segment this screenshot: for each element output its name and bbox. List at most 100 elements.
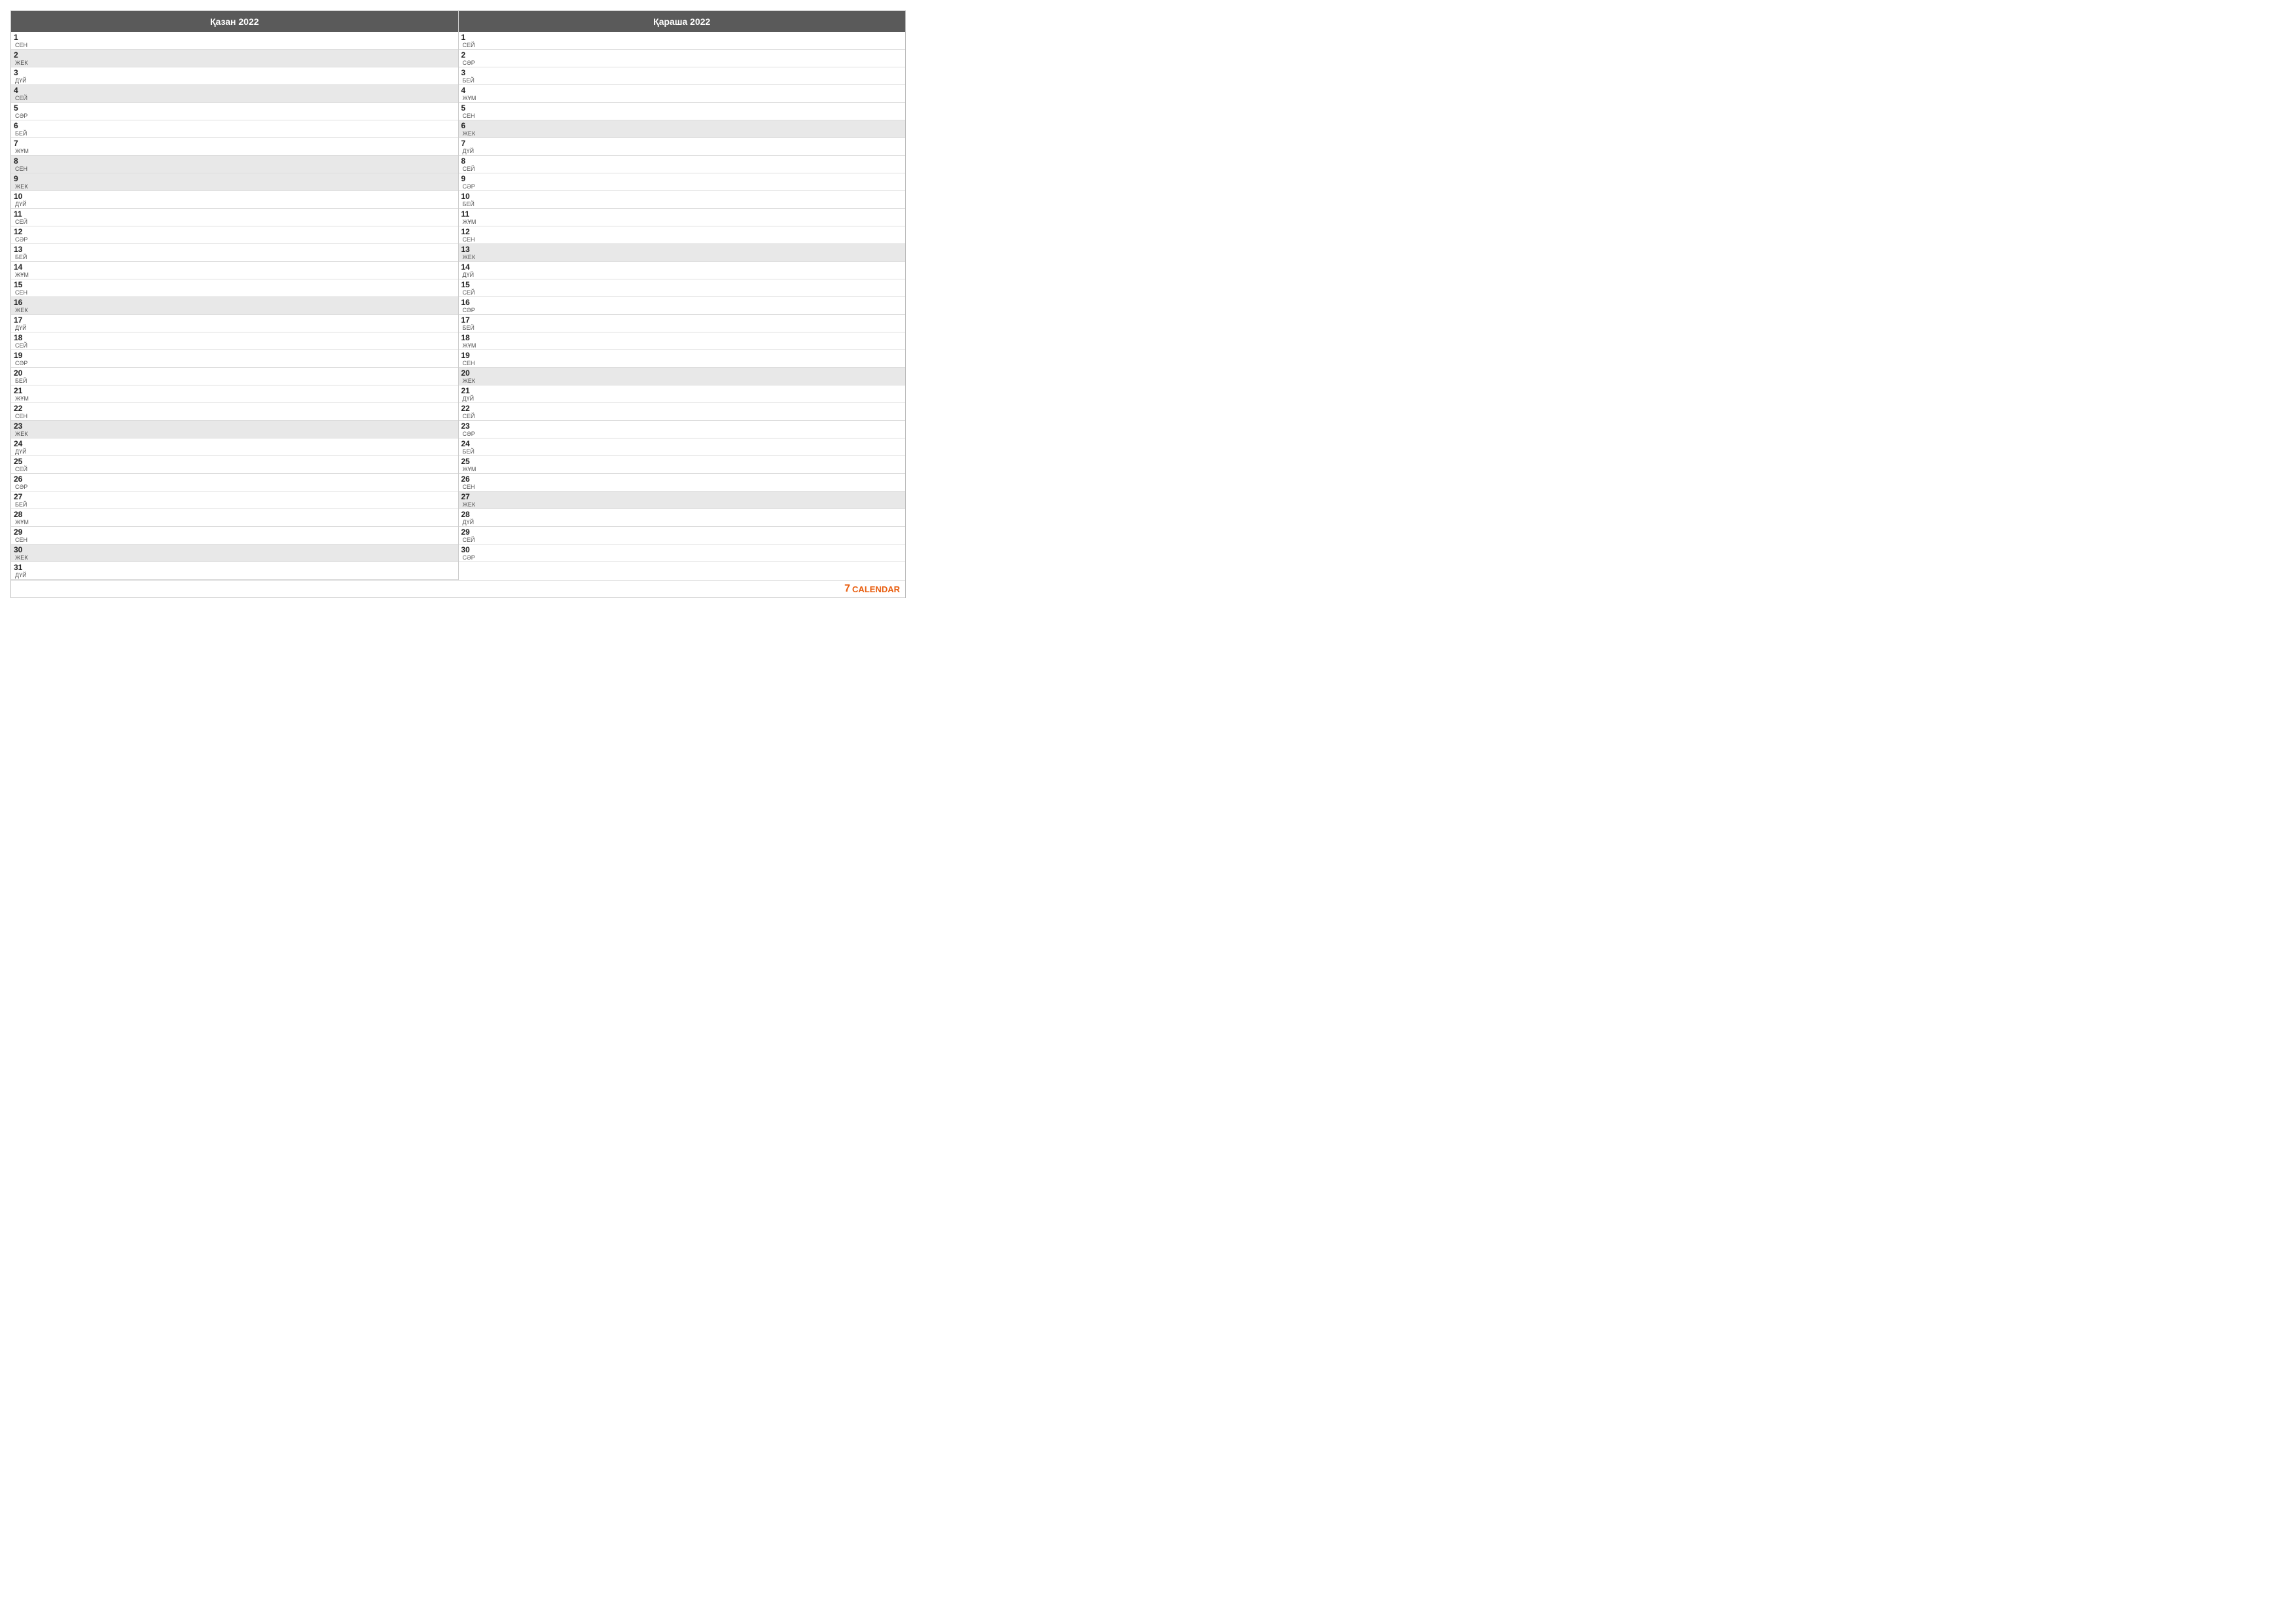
- left-day-row: 29 СЕН: [11, 527, 458, 544]
- day-cell: 9 ЖЕК: [14, 174, 28, 190]
- day-name: СЕЙ: [463, 289, 476, 296]
- day-name: БЕЙ: [15, 254, 28, 260]
- calendar-wrapper: Қазан 2022 1 СЕН 2 ЖЕК 3 ДҮЙ 4 СЕЙ: [10, 10, 906, 598]
- day-name: СӘР: [15, 236, 28, 243]
- day-cell: 12 СЕН: [461, 227, 476, 243]
- right-day-row: 7 ДҮЙ: [459, 138, 906, 156]
- day-cell: 23 СӘР: [461, 421, 476, 437]
- day-cell: 30 СӘР: [461, 545, 476, 561]
- right-day-row: 14 ДҮЙ: [459, 262, 906, 279]
- day-number: 11: [14, 209, 28, 219]
- day-number: 30: [461, 545, 476, 554]
- day-number: 2: [14, 50, 28, 60]
- brand-icon: 7: [844, 583, 850, 595]
- day-name: СӘР: [15, 113, 28, 119]
- day-cell: 21 ДҮЙ: [461, 386, 476, 402]
- day-cell: 18 СЕЙ: [14, 333, 28, 349]
- day-cell: 26 СӘР: [14, 474, 28, 490]
- day-name: ЖҰМ: [463, 342, 476, 349]
- left-day-row: 10 ДҮЙ: [11, 191, 458, 209]
- left-days-container: 1 СЕН 2 ЖЕК 3 ДҮЙ 4 СЕЙ 5 СӘР: [11, 32, 458, 580]
- left-day-row: 27 БЕЙ: [11, 491, 458, 509]
- right-day-row: 19 СЕН: [459, 350, 906, 368]
- day-name: СЕЙ: [15, 466, 28, 473]
- day-number: 24: [14, 439, 28, 448]
- day-cell: 8 СЕН: [14, 156, 28, 172]
- day-cell: 19 СӘР: [14, 351, 28, 366]
- day-cell: 9 СӘР: [461, 174, 476, 190]
- left-day-row: 23 ЖЕК: [11, 421, 458, 438]
- day-number: 8: [461, 156, 476, 166]
- day-name: ЖҰМ: [15, 272, 29, 278]
- day-name: ЖҰМ: [463, 219, 476, 225]
- day-cell: 13 ЖЕК: [461, 245, 476, 260]
- day-name: ДҮЙ: [463, 272, 476, 278]
- day-number: 25: [14, 457, 28, 466]
- day-name: СӘР: [463, 307, 476, 313]
- day-name: ДҮЙ: [15, 201, 28, 207]
- day-name: СЕЙ: [463, 166, 476, 172]
- right-day-row: 17 БЕЙ: [459, 315, 906, 332]
- day-name: СЕН: [15, 42, 28, 48]
- day-number: 1: [14, 33, 28, 42]
- day-cell: 14 ДҮЙ: [461, 262, 476, 278]
- day-cell: 4 СЕЙ: [14, 86, 28, 101]
- left-month-title: Қазан 2022: [210, 16, 259, 27]
- right-day-row: 18 ЖҰМ: [459, 332, 906, 350]
- left-day-row: 15 СЕН: [11, 279, 458, 297]
- right-day-row: 16 СӘР: [459, 297, 906, 315]
- day-cell: 25 ЖҰМ: [461, 457, 476, 473]
- right-month-column: Қараша 2022 1 СЕЙ 2 СӘР 3 БЕЙ 4 ЖҰМ: [459, 11, 906, 580]
- left-day-row: 28 ЖҰМ: [11, 509, 458, 527]
- right-day-row: 5 СЕН: [459, 103, 906, 120]
- day-number: 11: [461, 209, 476, 219]
- day-number: 19: [14, 351, 28, 360]
- left-day-row: 30 ЖЕК: [11, 544, 458, 562]
- right-day-row: 24 БЕЙ: [459, 438, 906, 456]
- day-cell: 16 СӘР: [461, 298, 476, 313]
- left-day-row: 14 ЖҰМ: [11, 262, 458, 279]
- day-cell: 28 ДҮЙ: [461, 510, 476, 526]
- day-number: 21: [14, 386, 29, 395]
- day-name: СӘР: [463, 431, 476, 437]
- right-day-row: 2 СӘР: [459, 50, 906, 67]
- right-month-header: Қараша 2022: [459, 11, 906, 32]
- day-number: 9: [14, 174, 28, 183]
- day-number: 1: [461, 33, 476, 42]
- day-cell: 28 ЖҰМ: [14, 510, 29, 526]
- day-cell: 2 СӘР: [461, 50, 476, 66]
- left-month-column: Қазан 2022 1 СЕН 2 ЖЕК 3 ДҮЙ 4 СЕЙ: [11, 11, 459, 580]
- right-day-row: 11 ЖҰМ: [459, 209, 906, 226]
- day-name: СЕН: [15, 413, 28, 419]
- day-number: 20: [14, 368, 28, 378]
- day-number: 19: [461, 351, 476, 360]
- day-name: ЖҰМ: [15, 148, 29, 154]
- day-cell: 23 ЖЕК: [14, 421, 28, 437]
- day-name: ЖҰМ: [15, 395, 29, 402]
- day-name: ЖҰМ: [463, 95, 476, 101]
- day-cell: 20 ЖЕК: [461, 368, 476, 384]
- left-day-row: 1 СЕН: [11, 32, 458, 50]
- day-number: 22: [14, 404, 28, 413]
- day-cell: 5 СЕН: [461, 103, 476, 119]
- day-number: 21: [461, 386, 476, 395]
- day-number: 3: [14, 68, 28, 77]
- day-number: 6: [14, 121, 28, 130]
- left-day-row: 19 СӘР: [11, 350, 458, 368]
- day-number: 8: [14, 156, 28, 166]
- left-day-row: 21 ЖҰМ: [11, 385, 458, 403]
- day-cell: 14 ЖҰМ: [14, 262, 29, 278]
- day-name: БЕЙ: [463, 77, 476, 84]
- day-name: ДҮЙ: [15, 325, 28, 331]
- day-cell: 31 ДҮЙ: [14, 563, 28, 579]
- day-number: 17: [14, 315, 28, 325]
- day-number: 10: [14, 192, 28, 201]
- left-day-row: 8 СЕН: [11, 156, 458, 173]
- day-name: ДҮЙ: [15, 572, 28, 579]
- day-number: 7: [461, 139, 476, 148]
- day-cell: 29 СЕЙ: [461, 527, 476, 543]
- day-name: СЕЙ: [15, 219, 28, 225]
- day-name: ЖЕК: [15, 307, 28, 313]
- day-number: 13: [461, 245, 476, 254]
- day-name: СЕЙ: [15, 95, 28, 101]
